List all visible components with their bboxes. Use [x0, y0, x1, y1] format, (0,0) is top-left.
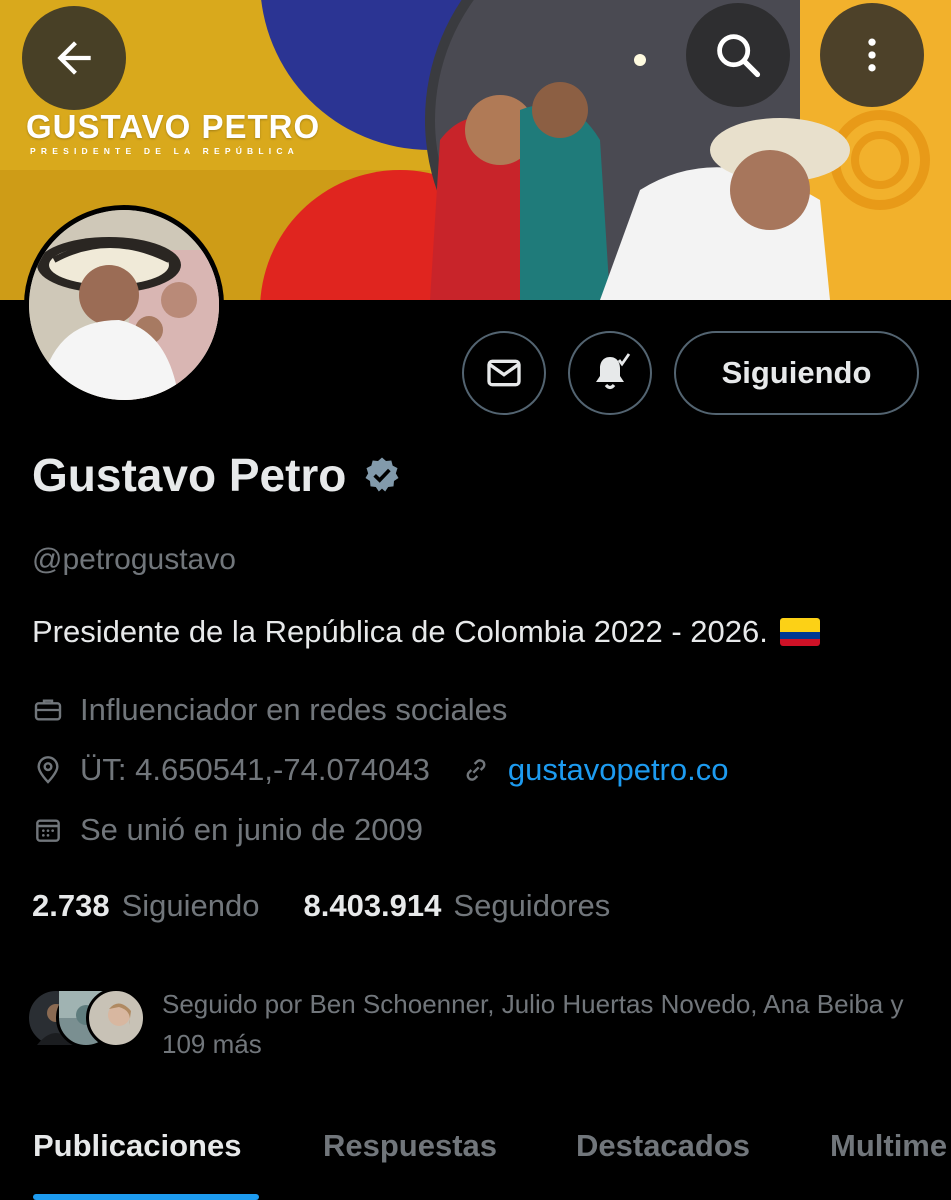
website-text[interactable]: gustavopetro.co — [508, 752, 729, 788]
briefcase-icon — [34, 699, 62, 721]
calendar-icon — [36, 819, 60, 842]
tab-publicaciones[interactable]: Publicaciones — [33, 1118, 241, 1164]
bell-check-icon — [596, 353, 631, 390]
following-button[interactable]: Siguiendo — [674, 331, 919, 415]
followers-count: 8.403.914 — [303, 888, 442, 923]
banner-brand-subtitle: PRESIDENTE DE LA REPÚBLICA — [30, 146, 300, 156]
arrow-left-icon — [57, 41, 91, 75]
followed-by-text: Seguido por Ben Schoenner, Julio Huertas… — [162, 989, 904, 1059]
profile-handle: @petrogustavo — [32, 543, 236, 576]
tab-destacados[interactable]: Destacados — [576, 1118, 750, 1164]
message-button[interactable] — [462, 331, 546, 415]
more-vertical-icon — [868, 38, 876, 72]
banner-brand-title: GUSTAVO PETRO — [26, 108, 321, 145]
search-button[interactable] — [686, 3, 790, 107]
back-button[interactable] — [22, 6, 126, 110]
follow-stats: 2.738 Siguiendo 8.403.914 Seguidores — [32, 888, 654, 924]
tab-multimedia[interactable]: Multime — [830, 1118, 951, 1164]
following-count: 2.738 — [32, 888, 110, 923]
profile-tabs: Publicaciones Respuestas Destacados Mult… — [0, 1118, 951, 1200]
profile-bio: Presidente de la República de Colombia 2… — [32, 614, 820, 650]
location-text: ÜT: 4.650541,-74.074043 — [80, 752, 430, 787]
verified-badge-icon[interactable] — [362, 455, 402, 495]
following-stat[interactable]: 2.738 Siguiendo — [32, 888, 259, 924]
tab-respuestas[interactable]: Respuestas — [323, 1118, 497, 1164]
link-icon — [466, 759, 486, 781]
followed-by-avatars — [26, 988, 154, 1052]
profile-name: Gustavo Petro — [32, 449, 347, 501]
location-pin-icon — [37, 756, 59, 784]
followers-stat[interactable]: 8.403.914 Seguidores — [303, 888, 610, 924]
profile-name-row: Gustavo Petro — [32, 448, 402, 502]
profile-category: Influenciador en redes sociales — [32, 692, 507, 728]
active-tab-indicator — [33, 1194, 259, 1200]
website-link[interactable]: gustavopetro.co — [460, 752, 729, 788]
profile-joined: Se unió en junio de 2009 — [32, 812, 423, 848]
search-icon — [717, 34, 761, 78]
joined-text: Se unió en junio de 2009 — [80, 812, 424, 847]
avatar — [86, 988, 146, 1048]
profile-avatar[interactable] — [24, 205, 224, 405]
following-label: Siguiendo — [121, 888, 260, 923]
avatar-photo — [29, 210, 219, 400]
category-text: Influenciador en redes sociales — [80, 692, 508, 727]
profile-location-row: ÜT: 4.650541,-74.074043 gustavopetro.co — [32, 752, 728, 788]
more-options-button[interactable] — [820, 3, 924, 107]
envelope-icon — [487, 359, 521, 387]
colombia-flag-emoji — [779, 618, 820, 646]
notifications-button[interactable] — [568, 331, 652, 415]
followers-label: Seguidores — [453, 888, 611, 923]
followed-by[interactable]: Seguido por Ben Schoenner, Julio Huertas… — [26, 984, 922, 1064]
bio-text: Presidente de la República de Colombia 2… — [32, 614, 768, 649]
